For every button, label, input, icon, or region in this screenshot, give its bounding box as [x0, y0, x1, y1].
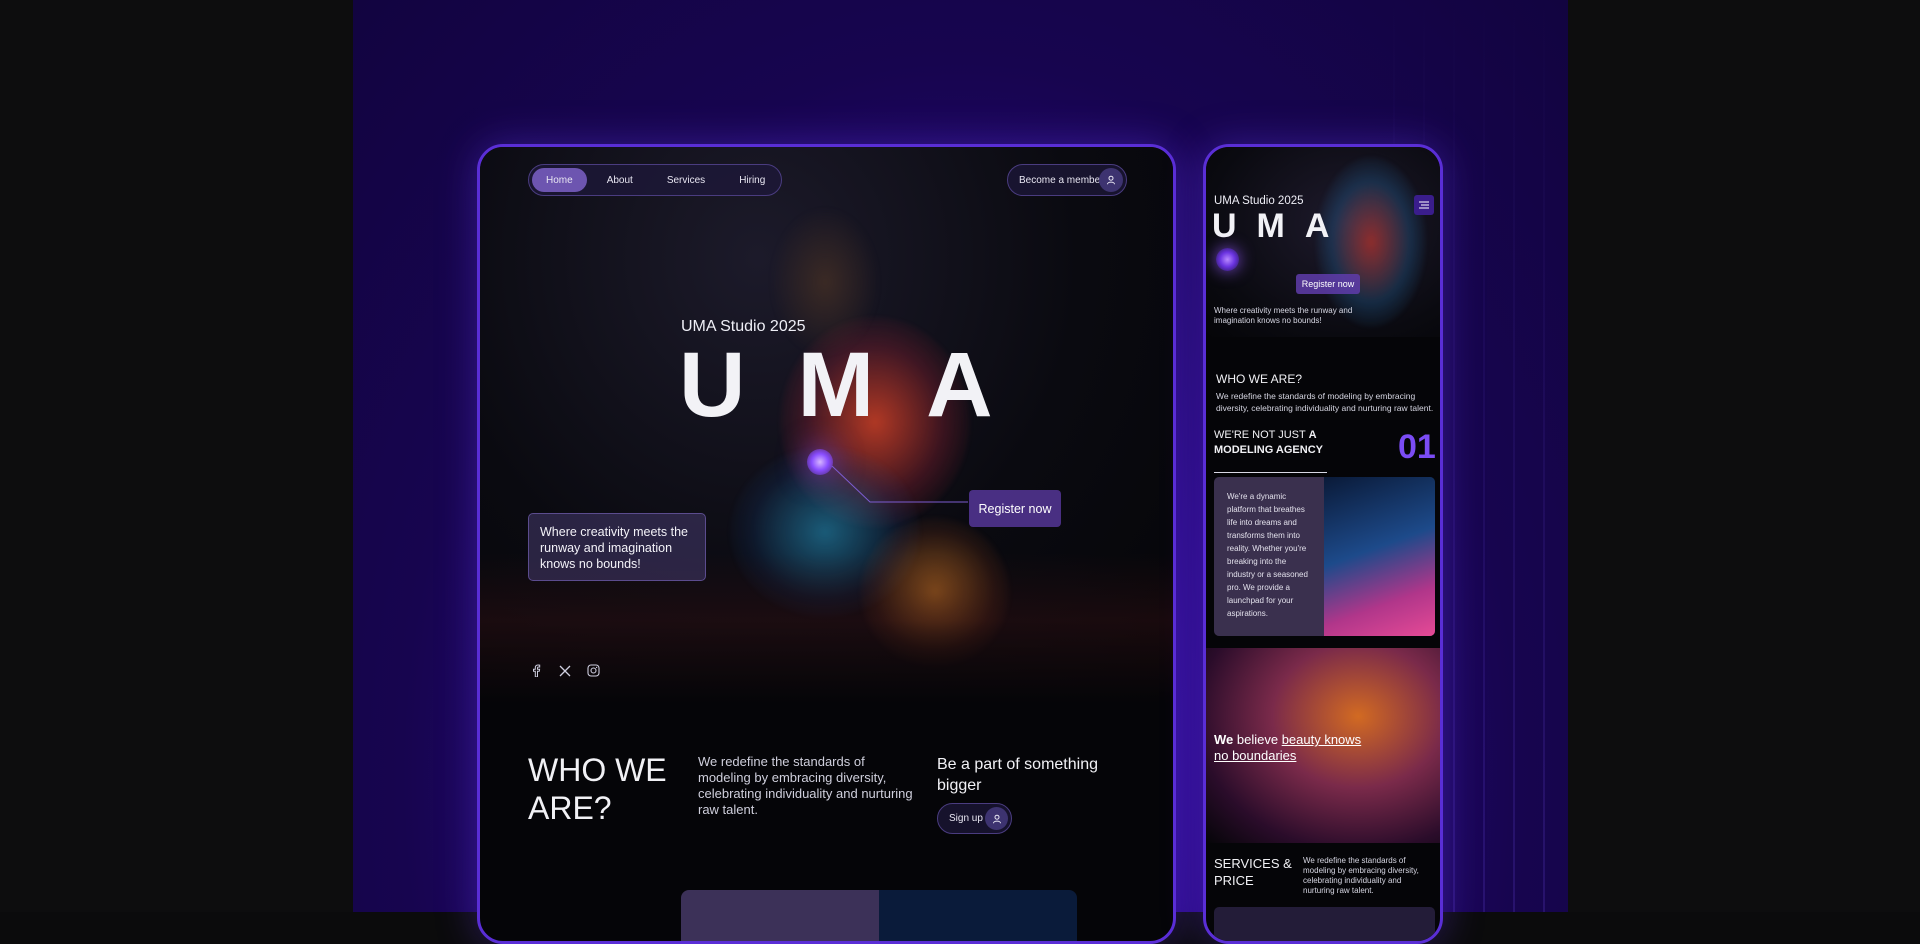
background-stripe [1453, 0, 1455, 912]
nav-services[interactable]: Services [653, 168, 719, 192]
who-heading: WHO WE ARE? [528, 752, 667, 826]
become-member-button[interactable]: Become a member [1007, 164, 1127, 196]
instagram-icon[interactable] [586, 663, 601, 678]
x-icon[interactable] [557, 663, 572, 678]
mobile-feature-card: We're a dynamic platform that breathes l… [1214, 477, 1435, 636]
nav-about[interactable]: About [593, 168, 647, 192]
background-stripe [1483, 0, 1485, 912]
feature-card-text: We're a dynamic platform that breathes l… [1227, 492, 1308, 618]
cta-heading: Be a part of something bigger [937, 756, 1098, 794]
belief-mid: believe [1233, 732, 1282, 747]
feature-card [681, 890, 1077, 941]
main-nav: Home About Services Hiring [528, 164, 782, 196]
model-photo-image [1324, 477, 1435, 636]
nav-home[interactable]: Home [532, 168, 587, 192]
mobile-hotspot-dot[interactable] [1216, 248, 1239, 271]
mobile-studio-label: UMA Studio 2025 [1214, 195, 1304, 207]
mobile-mockup: UMA Studio 2025 UMA Register now Where c… [1203, 144, 1443, 944]
hotspot-connector [831, 465, 968, 503]
become-member-label: Become a member [1019, 174, 1104, 186]
who-body: We redefine the standards of modeling by… [698, 754, 913, 817]
social-links [528, 663, 601, 678]
hero-section: Home About Services Hiring Become a memb… [480, 147, 1173, 703]
mobile-who-body: We redefine the standards of modeling by… [1216, 391, 1434, 413]
not-just-prefix: WE'RE NOT JUST [1214, 429, 1309, 441]
mobile-register-button[interactable]: Register now [1296, 274, 1360, 294]
user-icon [1099, 168, 1123, 192]
background-stripe [1513, 0, 1515, 912]
services-body: We redefine the standards of modeling by… [1303, 856, 1419, 895]
belief-statement: We believe beauty knows no boundaries [1214, 732, 1364, 764]
register-button[interactable]: Register now [969, 490, 1061, 527]
section-number: 01 [1398, 428, 1436, 466]
screen-background: Home About Services Hiring Become a memb… [0, 0, 1920, 944]
belief-bold: We [1214, 732, 1234, 747]
menu-icon[interactable] [1414, 195, 1434, 215]
not-just-agency-heading: WE'RE NOT JUST A MODELING AGENCY [1214, 428, 1374, 458]
services-heading: SERVICES & PRICE [1214, 856, 1292, 888]
signup-label: Sign up [949, 813, 983, 824]
mobile-tagline: Where creativity meets the runway and im… [1214, 306, 1353, 325]
mobile-hero-title: UMA [1212, 207, 1350, 245]
desktop-mockup: Home About Services Hiring Become a memb… [477, 144, 1176, 944]
hero-title: UMA [679, 334, 1045, 436]
user-icon [985, 807, 1008, 830]
signup-button[interactable]: Sign up [937, 803, 1012, 834]
nav-hiring[interactable]: Hiring [725, 168, 779, 192]
background-stripe [1543, 0, 1545, 912]
facebook-icon[interactable] [528, 663, 543, 678]
divider [1214, 472, 1327, 473]
mobile-who-heading: WHO WE ARE? [1216, 372, 1303, 386]
services-card [1214, 907, 1435, 941]
hero-tagline: Where creativity meets the runway and im… [528, 513, 706, 581]
